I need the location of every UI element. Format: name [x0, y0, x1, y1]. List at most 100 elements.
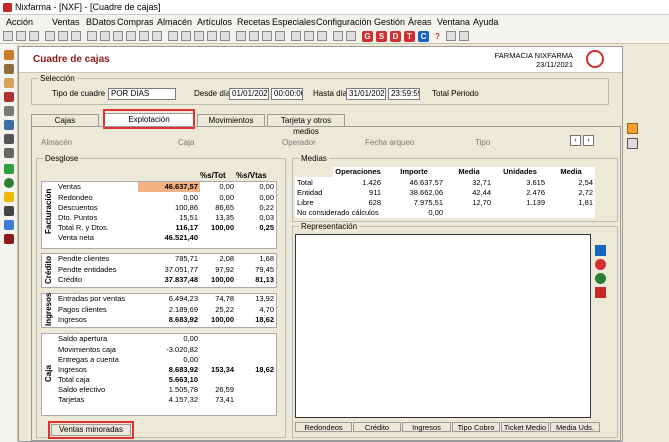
prev-button[interactable]: ‹: [570, 135, 581, 146]
document-icon[interactable]: [4, 106, 14, 116]
printer-icon[interactable]: [4, 134, 14, 144]
ticket-medio-button[interactable]: Ticket Medio: [501, 422, 549, 432]
save-icon[interactable]: [249, 31, 259, 41]
menu-bdatos[interactable]: BDatos: [86, 17, 116, 27]
grid-icon[interactable]: [291, 31, 301, 41]
menu-ventas[interactable]: Ventas: [52, 17, 80, 27]
printer-right-icon[interactable]: [627, 138, 638, 149]
barcode-icon[interactable]: [4, 234, 14, 244]
box-icon[interactable]: [4, 64, 14, 74]
cart-icon[interactable]: [333, 31, 343, 41]
g-button[interactable]: G: [362, 31, 373, 42]
chart-pie-icon[interactable]: [595, 259, 606, 270]
table-row: Saldo efectivo 1.505,78 26,59: [56, 384, 276, 395]
next-button[interactable]: ›: [583, 135, 594, 146]
cell: 7.975,51: [383, 197, 445, 208]
next-icon[interactable]: [194, 31, 204, 41]
cut-icon[interactable]: [3, 31, 13, 41]
menu-accion[interactable]: Acción: [6, 17, 33, 27]
pen-icon[interactable]: [4, 120, 14, 130]
warning-icon[interactable]: [4, 192, 14, 202]
menu-recetas[interactable]: Recetas: [237, 17, 270, 27]
row-value: 15,51: [138, 212, 200, 223]
menu-especiales[interactable]: Especiales: [272, 17, 316, 27]
credito-button[interactable]: Crédito: [353, 422, 401, 432]
ingresos-button[interactable]: Ingresos: [402, 422, 451, 432]
row-label: Entregas a cuenta: [56, 354, 138, 365]
new-icon[interactable]: [45, 31, 55, 41]
screen-icon[interactable]: [317, 31, 327, 41]
first-icon[interactable]: [168, 31, 178, 41]
cell: 0,00: [383, 207, 445, 218]
tools-icon[interactable]: [4, 206, 14, 216]
store-icon[interactable]: [4, 50, 14, 60]
help-icon[interactable]: ?: [432, 31, 443, 42]
paste-icon[interactable]: [29, 31, 39, 41]
table-row: Saldo apertura 0,00: [56, 334, 276, 345]
redondeos-button[interactable]: Redondeos: [295, 422, 352, 432]
menu-configuracion[interactable]: Configuración: [316, 17, 372, 27]
add-icon[interactable]: [4, 164, 14, 174]
c-button[interactable]: C: [418, 31, 429, 42]
prev-icon[interactable]: [181, 31, 191, 41]
delete-icon[interactable]: [71, 31, 81, 41]
pct-vtas: [236, 374, 276, 385]
hasta-time-field[interactable]: 23:59:59: [388, 88, 420, 100]
media-uds-button[interactable]: Media Uds.: [550, 422, 600, 432]
pct-vtas: [236, 344, 276, 355]
desde-date-field[interactable]: 01/01/2021: [229, 88, 269, 100]
menu-areas[interactable]: Áreas: [408, 17, 432, 27]
tipo-cobro-button[interactable]: Tipo Cobro: [452, 422, 500, 432]
tab-tarjeta[interactable]: Tarjeta y otros medios: [267, 114, 345, 136]
facturacion-label: Facturación: [44, 188, 53, 234]
d-button[interactable]: D: [390, 31, 401, 42]
edit-icon[interactable]: [58, 31, 68, 41]
menu-ayuda[interactable]: Ayuda: [473, 17, 498, 27]
sort-icon[interactable]: [113, 31, 123, 41]
tab-movimientos[interactable]: Movimientos: [197, 114, 265, 126]
cancel-icon[interactable]: [152, 31, 162, 41]
refresh-icon[interactable]: [126, 31, 136, 41]
row-label: Total: [295, 177, 333, 188]
print-icon[interactable]: [236, 31, 246, 41]
menu-ventana[interactable]: Ventana: [437, 17, 470, 27]
row-value: 1.505,78: [138, 384, 200, 395]
chart-icon[interactable]: [304, 31, 314, 41]
menu-almacen[interactable]: Almacén: [157, 17, 192, 27]
tab-cajas[interactable]: Cajas: [31, 114, 99, 126]
cell: 1.426: [333, 177, 383, 188]
calculator-icon[interactable]: [275, 31, 285, 41]
tipo-cuadre-field[interactable]: POR DIAS: [108, 88, 176, 100]
t-button[interactable]: T: [404, 31, 415, 42]
truck-icon[interactable]: [346, 31, 356, 41]
last-icon[interactable]: [207, 31, 217, 41]
pct-tot: 153,34: [200, 364, 236, 375]
medias-legend: Medias: [299, 154, 329, 163]
search-icon[interactable]: [87, 31, 97, 41]
up-icon[interactable]: [220, 31, 230, 41]
star-icon[interactable]: [139, 31, 149, 41]
copy-icon[interactable]: [16, 31, 26, 41]
chart-export-icon[interactable]: [595, 287, 606, 298]
chart-bar-icon[interactable]: [595, 245, 606, 256]
people-icon[interactable]: [4, 220, 14, 230]
print-preview-icon[interactable]: [262, 31, 272, 41]
desde-time-field[interactable]: 00:00:00: [271, 88, 303, 100]
s-button[interactable]: S: [376, 31, 387, 42]
terminal-icon[interactable]: [4, 148, 14, 158]
panel-icon[interactable]: [627, 123, 638, 134]
exit-icon[interactable]: [459, 31, 469, 41]
pharmacy-info: FARMACIA NIXFARMA 23/11/2021: [493, 51, 573, 69]
hasta-date-field[interactable]: 31/01/2021: [346, 88, 386, 100]
chart-donut-icon[interactable]: [595, 273, 606, 284]
cart-side-icon[interactable]: [4, 92, 14, 102]
menu-gestion[interactable]: Gestión: [374, 17, 405, 27]
row-value: 37.051,77: [138, 264, 200, 275]
filter-icon[interactable]: [100, 31, 110, 41]
window-icon[interactable]: [446, 31, 456, 41]
menu-compras[interactable]: Compras: [117, 17, 154, 27]
sync-icon[interactable]: [4, 178, 14, 188]
pct-vtas-header: %s/Vtas: [236, 171, 267, 180]
menu-articulos[interactable]: Artículos: [197, 17, 232, 27]
user-icon[interactable]: [4, 78, 14, 88]
